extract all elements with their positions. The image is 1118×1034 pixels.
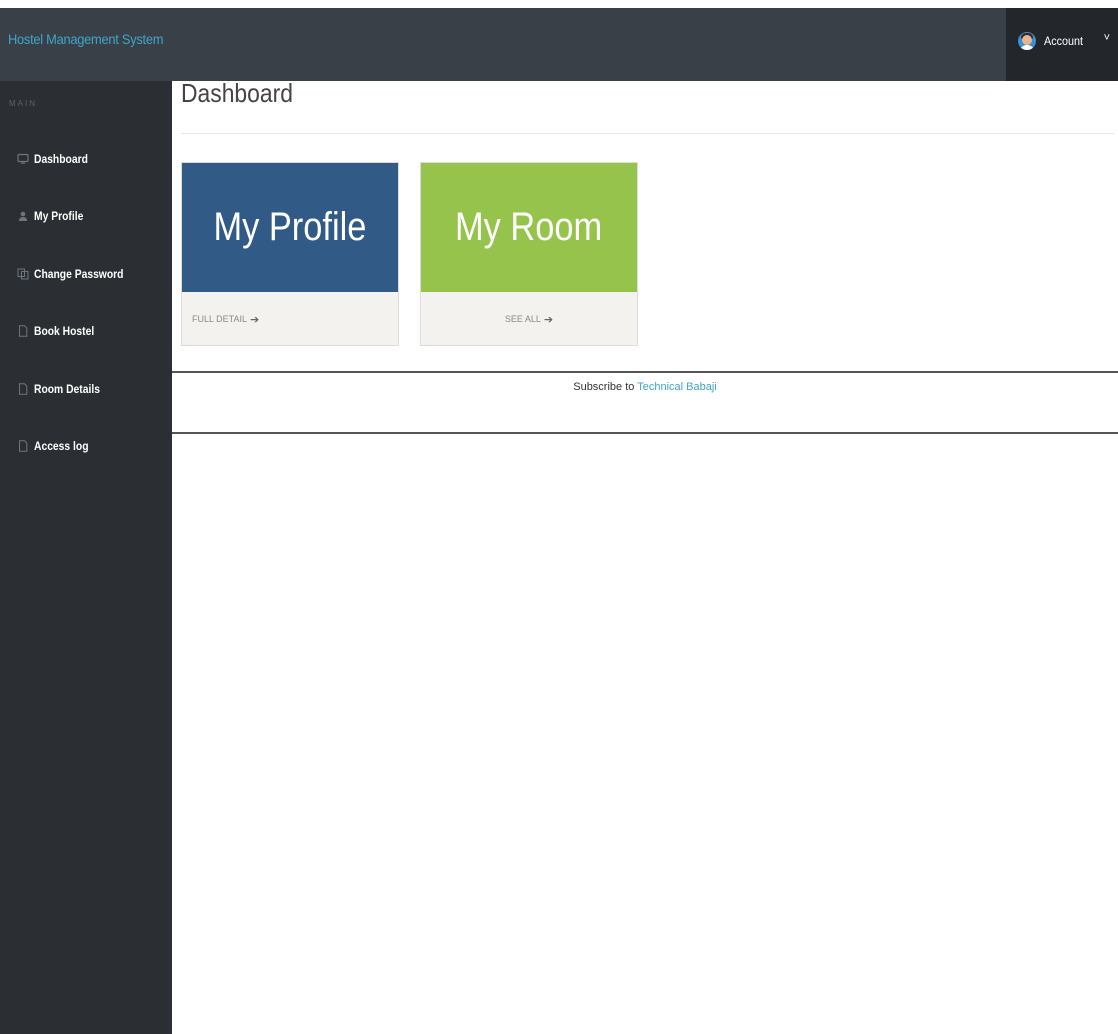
card-title: My Profile: [213, 205, 367, 249]
my-profile-card: My Profile FULL DETAIL ➔: [181, 162, 399, 346]
file-icon: [16, 439, 30, 453]
sidebar-item-change-password[interactable]: Change Password: [0, 259, 172, 289]
card-link-label: FULL DETAIL: [192, 314, 248, 324]
chevron-down-icon[interactable]: ˅: [1104, 8, 1110, 68]
sidebar-item-label: Room Details: [34, 382, 100, 396]
sidebar-item-label: Book Hostel: [34, 324, 95, 338]
my-profile-card-header[interactable]: My Profile: [182, 163, 398, 292]
monitor-icon: [16, 152, 30, 166]
see-all-link[interactable]: SEE ALL ➔: [421, 292, 637, 346]
sidebar-item-access-log[interactable]: Access log: [0, 431, 172, 461]
sidebar-item-label: Change Password: [34, 267, 124, 281]
my-room-card: My Room SEE ALL ➔: [420, 162, 638, 346]
footer-text: Subscribe to Technical Babaji: [172, 381, 1118, 393]
footer-subscribe-text: Subscribe to: [573, 381, 638, 393]
full-detail-link[interactable]: FULL DETAIL ➔: [182, 292, 398, 346]
brand-title[interactable]: Hostel Management System: [8, 8, 163, 81]
footer-link[interactable]: Technical Babaji: [637, 381, 717, 393]
card-title: My Room: [455, 205, 603, 249]
avatar: [1018, 32, 1036, 50]
user-icon: [16, 209, 30, 223]
sidebar-item-label: My Profile: [34, 209, 84, 223]
sidebar-item-book-hostel[interactable]: Book Hostel: [0, 316, 172, 346]
sidebar-item-label: Dashboard: [34, 152, 88, 166]
sidebar-item-label: Access log: [34, 439, 89, 453]
my-room-card-header[interactable]: My Room: [421, 163, 637, 292]
footer: Subscribe to Technical Babaji: [172, 371, 1118, 434]
file-icon: [16, 324, 30, 338]
main-content: Dashboard My Profile FULL DETAIL ➔ My Ro…: [172, 78, 1118, 1034]
copy-icon: [16, 267, 30, 281]
account-menu[interactable]: Account ˅: [1006, 8, 1118, 81]
title-divider: [181, 133, 1114, 134]
file-icon: [16, 382, 30, 396]
card-link-label: SEE ALL: [504, 314, 541, 324]
account-label: Account: [1044, 34, 1084, 48]
sidebar-item-my-profile[interactable]: My Profile: [0, 201, 172, 231]
sidebar-item-room-details[interactable]: Room Details: [0, 374, 172, 404]
sidebar: MAIN Dashboard My Profile Change Passwor…: [0, 81, 172, 1034]
top-navbar: Hostel Management System Account ˅: [0, 8, 1118, 81]
arrow-right-icon: ➔: [543, 313, 554, 326]
sidebar-section-label: MAIN: [9, 99, 37, 108]
sidebar-item-dashboard[interactable]: Dashboard: [0, 144, 172, 174]
arrow-right-icon: ➔: [250, 313, 260, 326]
page-title: Dashboard: [181, 78, 293, 108]
